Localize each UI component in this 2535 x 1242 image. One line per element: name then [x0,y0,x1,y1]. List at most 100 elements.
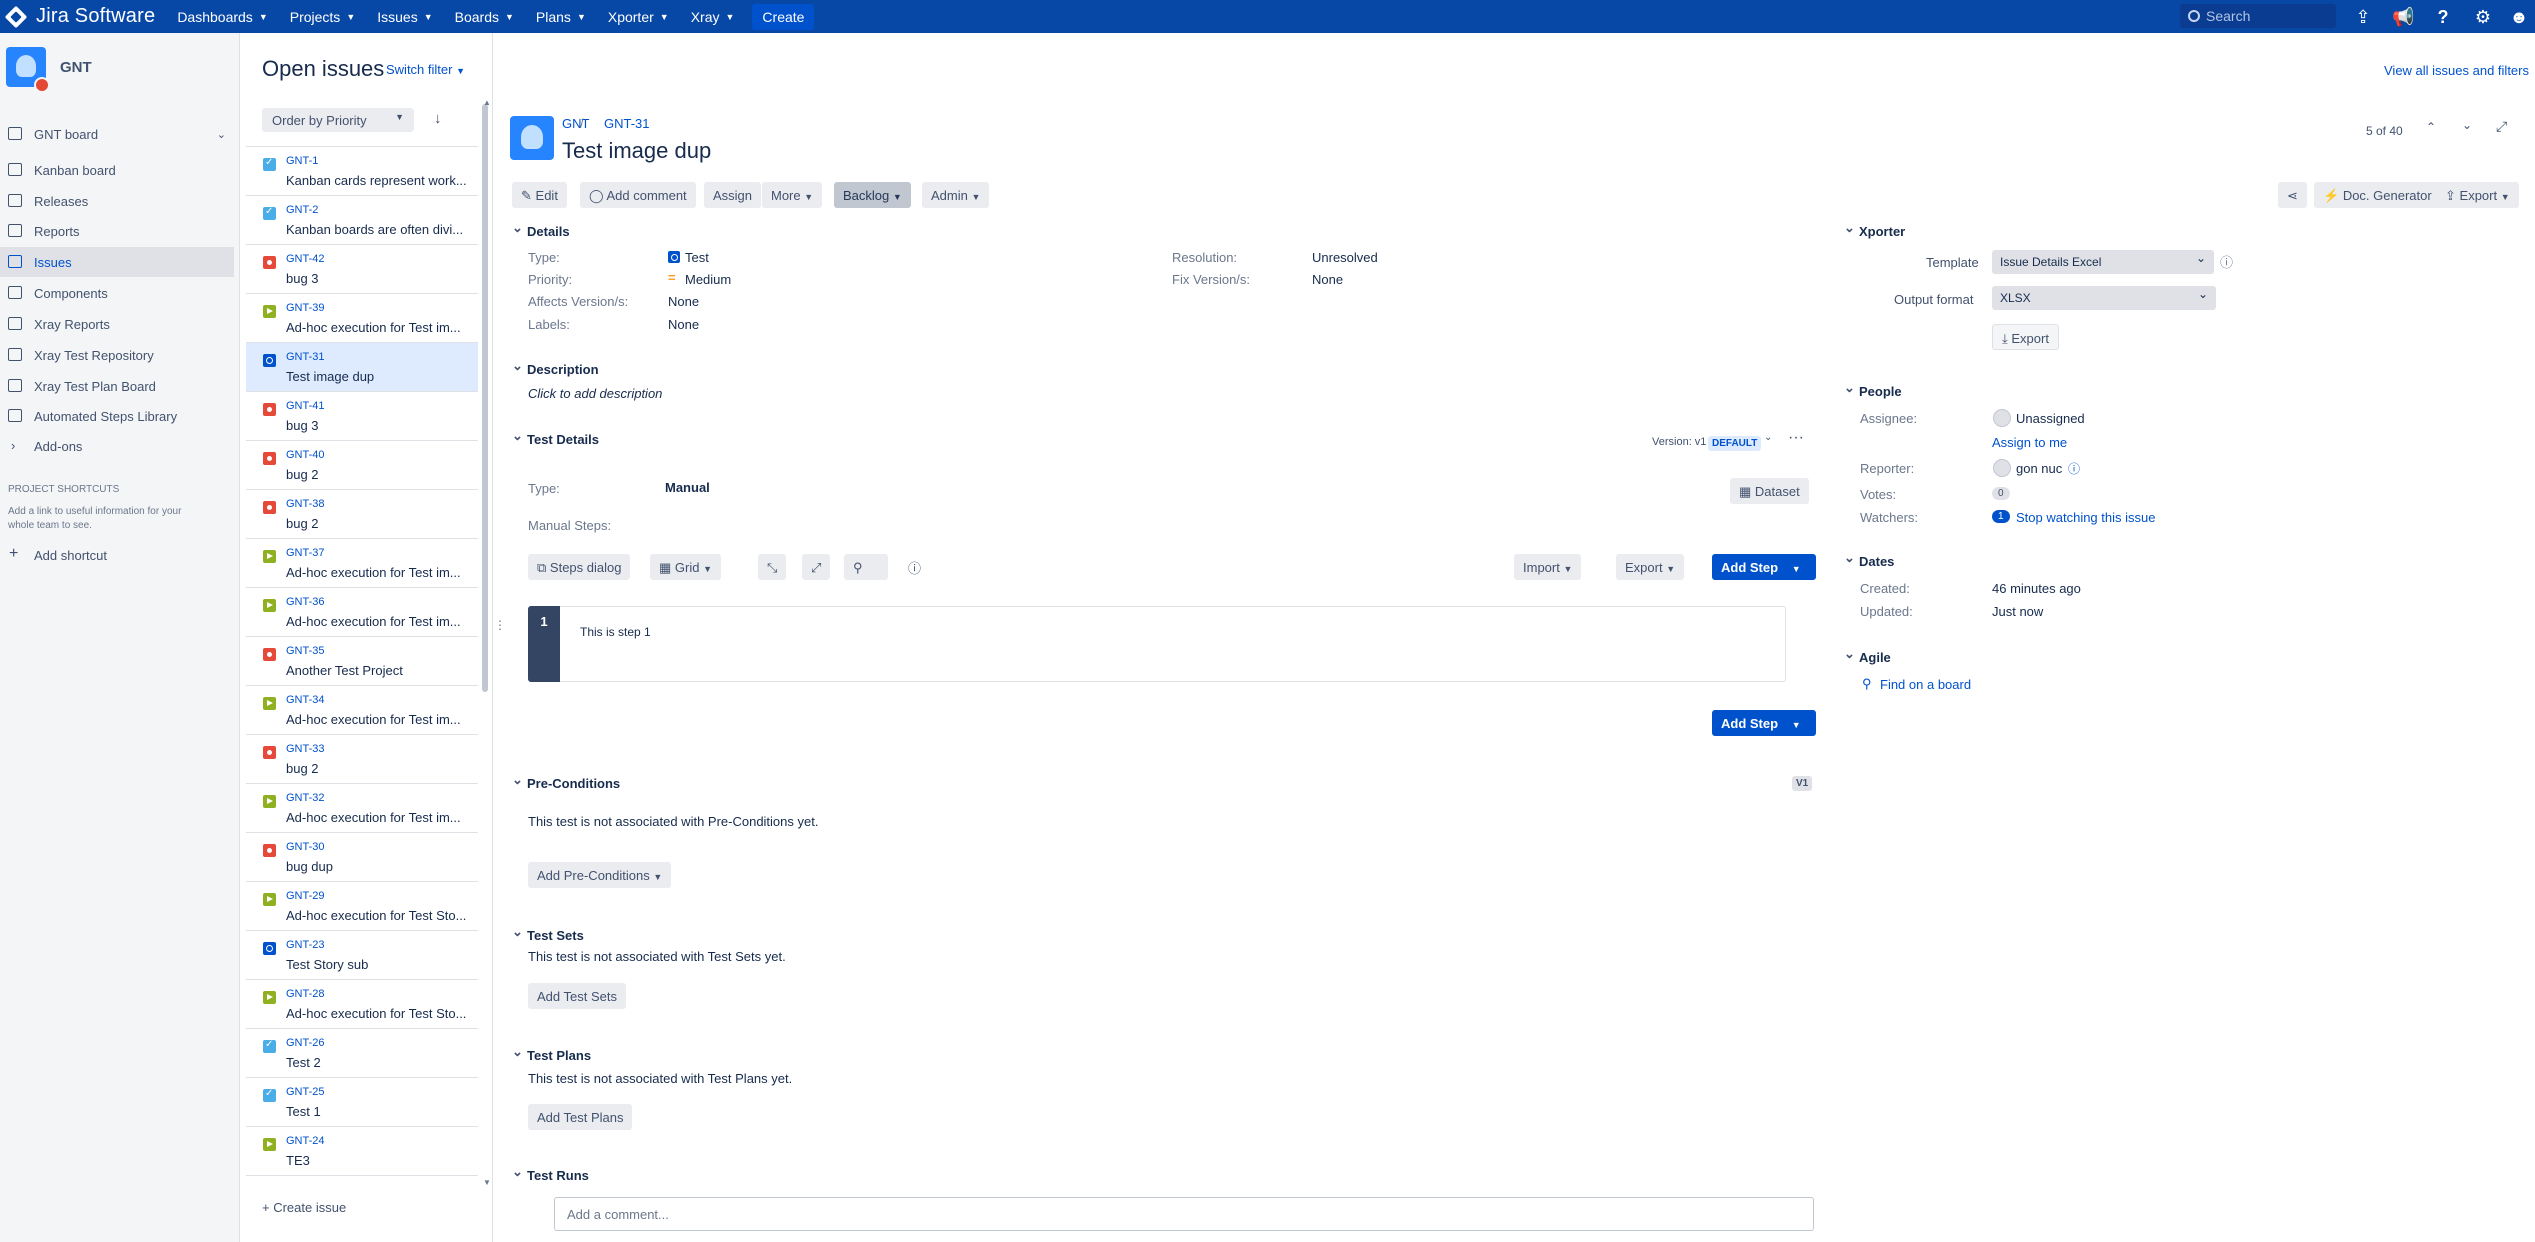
issue-list-item[interactable]: GNT-2 Kanban boards are often divi... [246,196,478,245]
issue-list-item[interactable]: GNT-36 Ad-hoc execution for Test im... [246,588,478,637]
nav-projects[interactable]: Projects ▼ [290,9,356,25]
issue-list-item[interactable]: GNT-23 Test Story sub [246,931,478,980]
sidebar-item-issues[interactable]: Issues [0,247,234,277]
project-name[interactable]: GNT [60,59,92,76]
issue-title[interactable]: Test image dup [562,138,711,164]
steps-dialog-button[interactable]: ⧉ Steps dialog [528,554,631,580]
assign-button[interactable]: Assign [704,182,762,208]
nav-issues[interactable]: Issues ▼ [377,9,432,25]
create-issue-button[interactable]: + Create issue [262,1200,346,1215]
issue-list-item[interactable]: GNT-24 TE3 [246,1127,478,1176]
issue-list-item[interactable]: GNT-33 bug 2 [246,735,478,784]
preconditions-heading[interactable]: Pre-Conditions [512,772,620,791]
list-divider[interactable] [492,33,493,1242]
admin-button[interactable]: Admin ▼ [922,182,990,208]
issue-key[interactable]: GNT-38 [286,498,325,510]
info-icon[interactable]: ⓘ [908,558,921,577]
issue-list-item[interactable]: GNT-31 Test image dup [246,343,478,392]
nav-xray[interactable]: Xray ▼ [691,9,735,25]
nav-boards[interactable]: Boards ▼ [455,9,514,25]
dataset-button[interactable]: ▦ Dataset [1730,478,1809,504]
issue-key[interactable]: GNT-42 [286,253,325,265]
sidebar-item-xray-test-repository[interactable]: Xray Test Repository [0,340,234,370]
issue-list-item[interactable]: GNT-26 Test 2 [246,1029,478,1078]
list-scrollbar[interactable] [482,104,488,692]
upload-icon[interactable]: ⇪ [2352,6,2374,28]
issue-list-item[interactable]: GNT-32 Ad-hoc execution for Test im... [246,784,478,833]
output-format-select[interactable]: XLSX [1992,286,2216,310]
grid-view-button[interactable]: ▦ Grid ▼ [650,554,722,580]
issue-list-item[interactable]: GNT-25 Test 1 [246,1078,478,1127]
issue-key[interactable]: GNT-23 [286,939,325,951]
gear-icon[interactable]: ⚙ [2472,6,2494,28]
issue-list-item[interactable]: GNT-28 Ad-hoc execution for Test Sto... [246,980,478,1029]
issue-key[interactable]: GNT-26 [286,1037,325,1049]
issue-key[interactable]: GNT-35 [286,645,325,657]
edit-button[interactable]: ✎ Edit [512,182,567,208]
doc-generator-button[interactable]: ⚡ Doc. Generator [2314,182,2441,208]
issue-list-item[interactable]: GNT-40 bug 2 [246,441,478,490]
help-icon[interactable]: ⓘ [2220,252,2233,271]
create-button[interactable]: Create [752,3,815,30]
issue-list-item[interactable]: GNT-29 Ad-hoc execution for Test Sto... [246,882,478,931]
issue-key[interactable]: GNT-41 [286,400,325,412]
sidebar-item-xray-reports[interactable]: Xray Reports [0,309,234,339]
details-heading[interactable]: Details [512,220,570,239]
sidebar-item-components[interactable]: Components [0,278,234,308]
comment-input[interactable]: Add a comment... [554,1197,1814,1231]
version-selector[interactable]: Version: v1 [1652,436,1706,448]
issue-list-item[interactable]: GNT-1 Kanban cards represent work... [246,147,478,196]
info-icon[interactable]: ⓘ [2068,460,2080,477]
sidebar-item-kanban[interactable]: Kanban board [0,155,234,185]
nav-dashboards[interactable]: Dashboards ▼ [177,9,267,25]
step-search-input[interactable]: ⚲ [844,554,888,580]
issue-key[interactable]: GNT-32 [286,792,325,804]
add-test-plans-button[interactable]: Add Test Plans [528,1104,633,1130]
add-step-button-bottom[interactable]: Add Step ▼ [1712,710,1816,736]
test-sets-heading[interactable]: Test Sets [512,924,584,943]
issue-key[interactable]: GNT-39 [286,302,325,314]
dates-heading[interactable]: Dates [1844,550,1894,569]
scroll-down-icon[interactable]: ▼ [483,1178,491,1187]
issue-list-item[interactable]: GNT-39 Ad-hoc execution for Test im... [246,294,478,343]
issue-list-item[interactable]: GNT-34 Ad-hoc execution for Test im... [246,686,478,735]
add-test-sets-button[interactable]: Add Test Sets [528,983,626,1009]
order-by-select[interactable]: Order by Priority ▼ [262,108,414,132]
import-button[interactable]: Import ▼ [1514,554,1582,580]
issue-key[interactable]: GNT-29 [286,890,325,902]
jira-logo[interactable]: Jira Software [4,5,155,28]
reporter-value[interactable]: gon nuc [2016,461,2062,476]
more-button[interactable]: More ▼ [762,182,823,208]
sidebar-item-automated-steps[interactable]: Automated Steps Library [0,401,234,431]
collapse-button[interactable]: ⤡ [758,554,787,580]
sidebar-item-reports[interactable]: Reports [0,216,234,246]
issue-list-item[interactable]: GNT-37 Ad-hoc execution for Test im... [246,539,478,588]
stop-watching-link[interactable]: Stop watching this issue [2016,510,2155,525]
breadcrumb-project[interactable]: GNT [562,116,589,131]
description-placeholder[interactable]: Click to add description [528,386,662,401]
issue-key[interactable]: GNT-2 [286,204,318,216]
issue-key[interactable]: GNT-34 [286,694,325,706]
switch-filter-button[interactable]: Switch filter ▼ [386,62,465,77]
sidebar-item-xray-test-plan-board[interactable]: Xray Test Plan Board [0,371,234,401]
sidebar-item-board[interactable]: GNT board ⌄ [0,119,234,149]
previous-issue-icon[interactable]: ⌃ [2426,120,2436,134]
next-issue-icon[interactable]: ⌄ [2462,118,2472,132]
issue-list-item[interactable]: GNT-22 [246,1176,478,1184]
view-all-issues-link[interactable]: View all issues and filters [2384,63,2529,78]
issue-list-item[interactable]: GNT-35 Another Test Project [246,637,478,686]
assign-to-me-link[interactable]: Assign to me [1992,435,2067,450]
people-heading[interactable]: People [1844,380,1902,399]
step-row[interactable] [528,606,1786,682]
find-on-board-link[interactable]: Find on a board [1880,677,1971,692]
watchers-count[interactable]: 1 [1992,510,2010,523]
nav-xporter[interactable]: Xporter ▼ [608,9,669,25]
issue-key[interactable]: GNT-33 [286,743,325,755]
issue-list-item[interactable]: GNT-41 bug 3 [246,392,478,441]
profile-icon[interactable]: ☻ [2508,6,2530,28]
issue-key[interactable]: GNT-37 [286,547,325,559]
issue-list-item[interactable]: GNT-42 bug 3 [246,245,478,294]
issue-list-item[interactable]: GNT-30 bug dup [246,833,478,882]
more-actions-icon[interactable]: ··· [1788,429,1804,447]
help-icon[interactable]: ? [2432,6,2454,28]
